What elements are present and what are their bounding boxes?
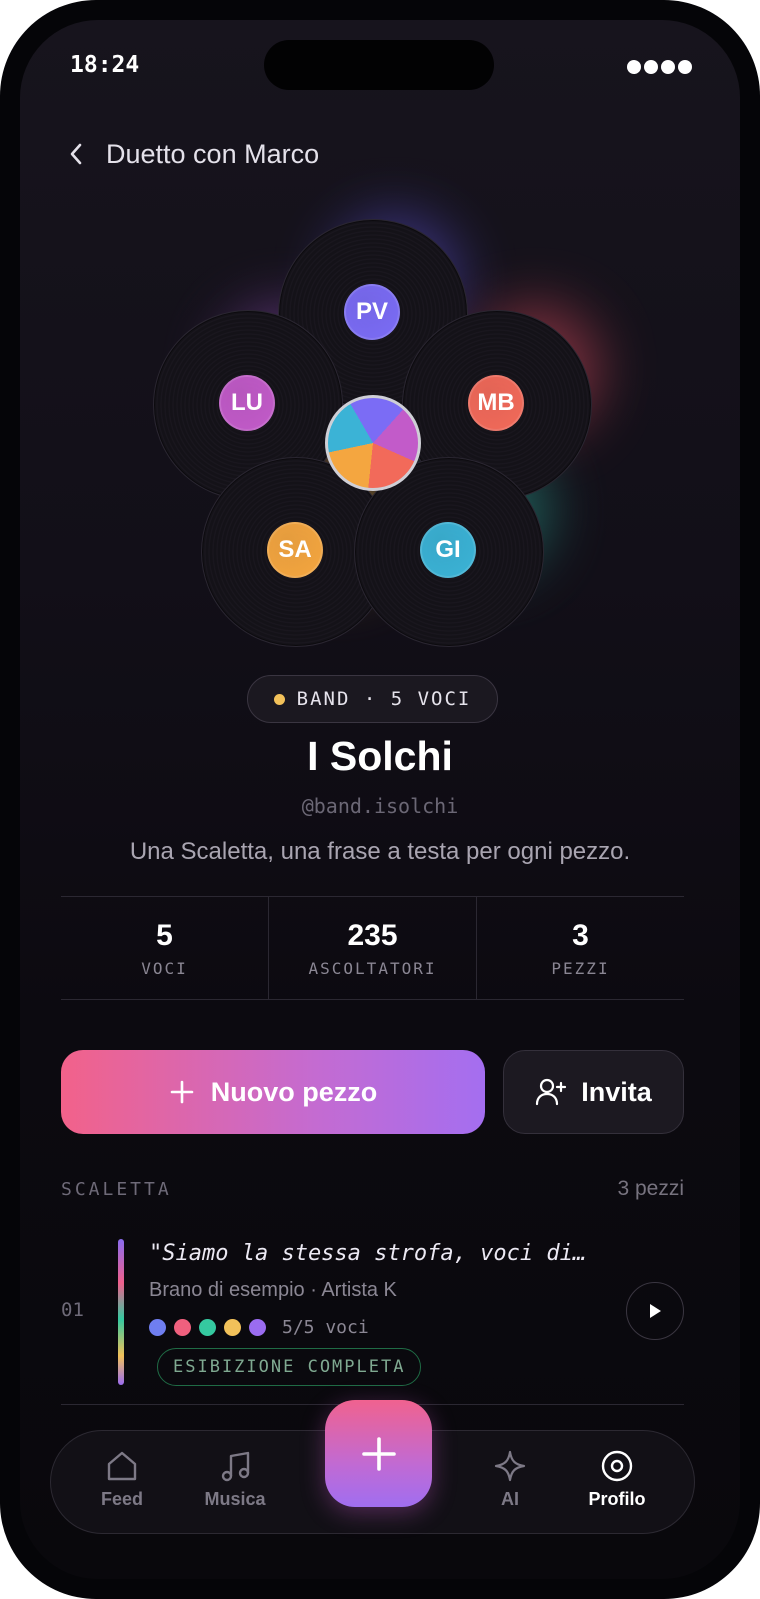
tab-label: AI (501, 1489, 519, 1509)
new-piece-button[interactable]: Nuovo pezzo (61, 1050, 485, 1134)
track-meta: Brano di esempio · Artista K (149, 1279, 397, 1301)
tab-ai[interactable]: AI (465, 1449, 555, 1510)
band-name: I Solchi (307, 733, 453, 779)
play-icon (650, 1304, 661, 1318)
home-icon (107, 1451, 137, 1481)
avatar-initials: SA (278, 536, 312, 563)
add-user-icon (536, 1078, 567, 1106)
invite-button[interactable]: Invita (503, 1050, 684, 1134)
voice-dot (149, 1319, 166, 1336)
new-piece-label: Nuovo pezzo (210, 1076, 378, 1107)
stat-label: ASCOLTATORI (308, 958, 437, 978)
create-fab-button[interactable] (325, 1400, 432, 1507)
band-type-badge: BAND · 5 VOCI (247, 675, 498, 723)
members-vinyl-cluster: PV LU MB SA GI (20, 195, 740, 655)
plus-icon (170, 1080, 194, 1104)
band-tagline: Una Scaletta, una frase a testa per ogni… (129, 838, 631, 865)
voice-dot (199, 1319, 216, 1336)
stats-row: 5 VOCI 235 ASCOLTATORI 3 PEZZI (61, 896, 684, 1000)
invite-label: Invita (581, 1076, 652, 1107)
back-button[interactable] (64, 138, 88, 170)
badge-label: BAND · 5 VOCI (296, 688, 472, 710)
track-voices: 5/5 voci (149, 1317, 369, 1338)
stat-voices: 5 VOCI (61, 897, 268, 999)
band-handle: @band.isolchi (301, 794, 459, 818)
page-title: Duetto con Marco (106, 138, 320, 169)
status-badge: ESIBIZIONE COMPLETA (157, 1348, 422, 1386)
avatar-initials: GI (435, 536, 461, 563)
voice-dot (249, 1319, 266, 1336)
stat-value: 3 (572, 918, 589, 952)
tab-label: Feed (100, 1489, 143, 1509)
tab-music[interactable]: Musica (190, 1449, 280, 1510)
stat-label: VOCI (141, 958, 188, 978)
dynamic-island (264, 40, 494, 90)
setlist-title: SCALETTA (61, 1179, 172, 1200)
music-note-icon (221, 1451, 250, 1482)
setlist-track[interactable]: 01 "Siamo la stessa strofa, voci di… Bra… (61, 1235, 684, 1405)
avatar-initials: LU (231, 389, 263, 416)
tab-label: Musica (204, 1489, 266, 1509)
stat-value: 5 (156, 918, 173, 952)
track-number: 01 (61, 1299, 84, 1321)
voices-count: 5/5 voci (282, 1317, 369, 1338)
chevron-left-icon (70, 143, 82, 165)
stat-pieces: 3 PEZZI (476, 897, 684, 999)
tab-feed[interactable]: Feed (77, 1449, 167, 1510)
avatar-initials: MB (477, 389, 515, 416)
track-quote: "Siamo la stessa strofa, voci di… (149, 1241, 587, 1266)
play-button[interactable] (626, 1282, 684, 1340)
top-nav: Duetto con Marco (64, 138, 319, 170)
screen: 18:24 Duetto con Marco PV LU MB SA GI BA… (20, 20, 740, 1579)
sparkle-icon (494, 1450, 526, 1482)
avatar-mb[interactable]: MB (468, 375, 524, 431)
tab-label: Profilo (588, 1489, 646, 1509)
voices-pie-icon (325, 395, 421, 491)
track-color-bar (118, 1239, 124, 1385)
disc-icon (601, 1450, 633, 1482)
voice-dot (224, 1319, 241, 1336)
signal-icon (627, 60, 692, 74)
avatar-gi[interactable]: GI (420, 522, 476, 578)
avatar-lu[interactable]: LU (219, 375, 275, 431)
avatar-initials: PV (355, 298, 388, 325)
badge-dot (273, 693, 285, 705)
voice-dot (174, 1319, 191, 1336)
status-time: 18:24 (70, 52, 140, 78)
tab-profile[interactable]: Profilo (572, 1449, 662, 1510)
avatar-pv[interactable]: PV (344, 284, 400, 340)
phone-frame: 18:24 Duetto con Marco PV LU MB SA GI BA… (0, 0, 760, 1599)
stat-label: PEZZI (551, 958, 610, 978)
plus-icon (361, 1436, 396, 1471)
stat-value: 235 (347, 918, 398, 952)
stat-listeners: 235 ASCOLTATORI (268, 897, 476, 999)
setlist-count: 3 pezzi (617, 1177, 684, 1200)
avatar-sa[interactable]: SA (267, 522, 323, 578)
